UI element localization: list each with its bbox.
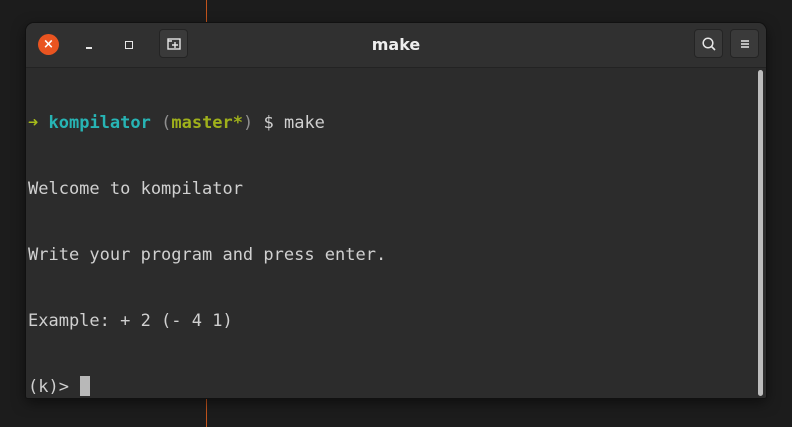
minimize-button[interactable] <box>78 34 100 56</box>
prompt-arrow-icon: ➜ <box>28 113 39 133</box>
text-cursor <box>80 376 91 396</box>
prompt-command: $ make <box>253 113 325 133</box>
prompt-paren-open: ( <box>161 113 172 133</box>
search-button[interactable] <box>694 29 723 58</box>
title-bar[interactable]: × make <box>26 23 766 68</box>
prompt-line: ➜ kompilator (master*) $ make <box>28 112 386 134</box>
input-line[interactable]: (k)> <box>28 376 386 398</box>
prompt-directory: kompilator <box>48 113 151 133</box>
terminal-output: ➜ kompilator (master*) $ make Welcome to… <box>28 68 386 398</box>
prompt-git-branch: master* <box>171 113 244 133</box>
maximize-button[interactable] <box>118 34 140 56</box>
new-tab-button[interactable] <box>159 29 188 58</box>
hamburger-menu-icon <box>741 40 749 48</box>
close-icon: × <box>43 37 54 52</box>
search-icon <box>702 37 716 51</box>
output-line: Welcome to kompilator <box>28 179 243 199</box>
output-line: Write your program and press enter. <box>28 245 387 265</box>
prompt-paren-close: ) <box>243 113 254 133</box>
terminal-area[interactable]: ➜ kompilator (master*) $ make Welcome to… <box>26 68 766 398</box>
desktop: × make ➜ kompilator (master*) $ make Wel… <box>0 0 792 427</box>
menu-button[interactable] <box>730 29 759 58</box>
new-tab-icon <box>167 38 181 50</box>
terminal-window: × make ➜ kompilator (master*) $ make Wel… <box>26 23 766 398</box>
repl-prompt: (k)> <box>28 377 80 397</box>
vertical-scrollbar[interactable] <box>758 70 763 396</box>
close-button[interactable]: × <box>38 34 59 55</box>
output-line: Example: + 2 (- 4 1) <box>28 311 233 331</box>
